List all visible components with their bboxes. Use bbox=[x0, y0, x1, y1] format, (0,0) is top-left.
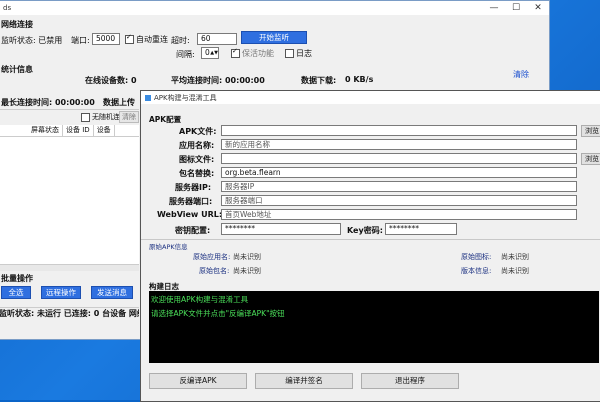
table-scrollbar[interactable] bbox=[0, 264, 139, 271]
col-header-screen[interactable]: 屏幕状态 bbox=[28, 125, 63, 136]
clear-stats-link[interactable]: 清除 bbox=[513, 69, 529, 80]
key-password-input[interactable]: ******** bbox=[385, 223, 457, 235]
app-name-input[interactable]: 新的应用名称 bbox=[221, 139, 577, 150]
download-label: 数据下载: bbox=[301, 76, 337, 85]
webview-url-label: WebView URL: bbox=[157, 210, 223, 219]
server-ip-input[interactable]: 服务器IP bbox=[221, 181, 577, 192]
port-label: 端口: bbox=[71, 36, 90, 45]
network-section-title: 网络连接 bbox=[1, 20, 33, 29]
orig-app-name-label: 原始应用名: bbox=[193, 253, 231, 261]
app-icon bbox=[145, 94, 151, 101]
table-toolbar: 无随机连接 清除 bbox=[0, 109, 139, 123]
log-line: 欢迎使用APK构建与混淆工具 bbox=[151, 295, 249, 304]
icon-file-input[interactable] bbox=[221, 153, 577, 164]
decompile-apk-button[interactable]: 反编译APK bbox=[149, 373, 247, 389]
auto-reconnect-checkbox[interactable]: 自动重连 bbox=[125, 33, 168, 45]
package-input[interactable]: org.beta.flearn bbox=[221, 167, 577, 178]
server-port-label: 服务器端口: bbox=[169, 197, 213, 206]
log-line: 请选择APK文件并点击"反编译APK"按钮 bbox=[151, 309, 285, 318]
key-config-input[interactable]: ******** bbox=[221, 223, 341, 235]
listen-status: 监听状态: 已禁用 bbox=[1, 36, 63, 45]
interval-stepper[interactable]: 0 ▲▼ bbox=[201, 47, 219, 59]
icon-file-label: 图标文件: bbox=[179, 155, 215, 164]
main-titlebar: ds — ☐ ✕ bbox=[0, 1, 549, 15]
orig-package-value: 尚未识别 bbox=[233, 267, 261, 275]
checkbox-empty-icon bbox=[285, 49, 294, 58]
download-value: 0 KB/s bbox=[345, 75, 374, 84]
stats-section-title: 统计信息 bbox=[1, 65, 33, 74]
interval-label: 间隔: bbox=[176, 50, 195, 59]
exit-program-button[interactable]: 退出程序 bbox=[361, 373, 459, 389]
spin-arrows-icon: ▲▼ bbox=[210, 50, 218, 56]
timeout-input[interactable]: 60 bbox=[197, 33, 237, 45]
send-message-button[interactable]: 发送消息 bbox=[91, 286, 133, 299]
device-table-header: 屏幕状态 设备 ID 设备 bbox=[0, 125, 139, 137]
browse-apk-button[interactable]: 浏览 bbox=[581, 125, 600, 137]
checkbox-checked-icon bbox=[125, 33, 134, 44]
col-header-device[interactable]: 设备 bbox=[94, 125, 115, 136]
apk-titlebar: APK构建与混淆工具 bbox=[141, 91, 600, 104]
close-icon[interactable]: ✕ bbox=[527, 3, 549, 13]
app-name-label: 应用名称: bbox=[179, 141, 215, 150]
upload-label: 数据上传 bbox=[103, 98, 135, 107]
version-label: 版本信息: bbox=[461, 267, 492, 275]
webview-url-input[interactable]: 首页Web地址 bbox=[221, 209, 577, 220]
orig-package-label: 原始包名: bbox=[199, 267, 230, 275]
online-devices: 在线设备数: 0 bbox=[85, 76, 137, 85]
build-log-console[interactable]: 欢迎使用APK构建与混淆工具 请选择APK文件并点击"反编译APK"按钮 bbox=[149, 291, 599, 363]
server-ip-label: 服务器IP: bbox=[175, 183, 212, 192]
version-value: 尚未识别 bbox=[501, 267, 529, 275]
select-all-button[interactable]: 全选 bbox=[1, 286, 31, 299]
apk-file-input[interactable] bbox=[221, 125, 577, 136]
col-header-device-id[interactable]: 设备 ID bbox=[63, 125, 94, 136]
avg-connect-time: 平均连接时间: 00:00:00 bbox=[171, 76, 265, 85]
browse-icon-button[interactable]: 浏览 bbox=[581, 153, 600, 165]
remote-op-button[interactable]: 远程操作 bbox=[41, 286, 81, 299]
main-window-title: ds bbox=[3, 4, 12, 12]
compile-sign-button[interactable]: 编译并签名 bbox=[255, 373, 353, 389]
maximize-icon[interactable]: ☐ bbox=[505, 3, 527, 13]
keepalive-checkbox[interactable]: 保活功能 bbox=[231, 47, 274, 59]
batch-section-title: 批量操作 bbox=[1, 274, 33, 283]
orig-icon-label: 原始图标: bbox=[461, 253, 492, 261]
server-port-input[interactable]: 服务器端口 bbox=[221, 195, 577, 206]
start-listen-button[interactable]: 开始监听 bbox=[241, 31, 307, 44]
key-password-label: Key密码: bbox=[347, 226, 383, 235]
orig-app-name-value: 尚未识别 bbox=[233, 253, 261, 261]
device-table-body[interactable] bbox=[0, 137, 139, 264]
minimize-icon[interactable]: — bbox=[483, 3, 505, 13]
timeout-label: 超时: bbox=[171, 36, 190, 45]
apk-file-label: APK文件: bbox=[179, 127, 217, 136]
apk-window-title: APK构建与混淆工具 bbox=[154, 93, 217, 102]
log-checkbox[interactable]: 日志 bbox=[285, 48, 312, 59]
apk-config-section: APK配置 bbox=[149, 115, 182, 124]
apk-tool-window: APK构建与混淆工具 APK配置 APK文件: 浏览 应用名称: 新的应用名称 … bbox=[140, 90, 600, 402]
checkbox-empty-icon bbox=[81, 112, 90, 122]
orig-apk-section: 原始APK信息 bbox=[149, 243, 188, 251]
divider bbox=[141, 239, 600, 240]
key-config-label: 密钥配置: bbox=[175, 226, 211, 235]
package-label: 包名替换: bbox=[179, 169, 215, 178]
orig-icon-value: 尚未识别 bbox=[501, 253, 529, 261]
status-bar: 监听状态: 未运行 已连接: 0 台设备 网络: bbox=[0, 307, 139, 318]
port-input[interactable]: 5000 bbox=[92, 33, 120, 45]
table-clear-button[interactable]: 清除 bbox=[119, 111, 139, 123]
longest-connect-time: 最长连接时间: 00:00:00 bbox=[1, 98, 95, 107]
checkbox-checked-icon bbox=[231, 47, 240, 58]
